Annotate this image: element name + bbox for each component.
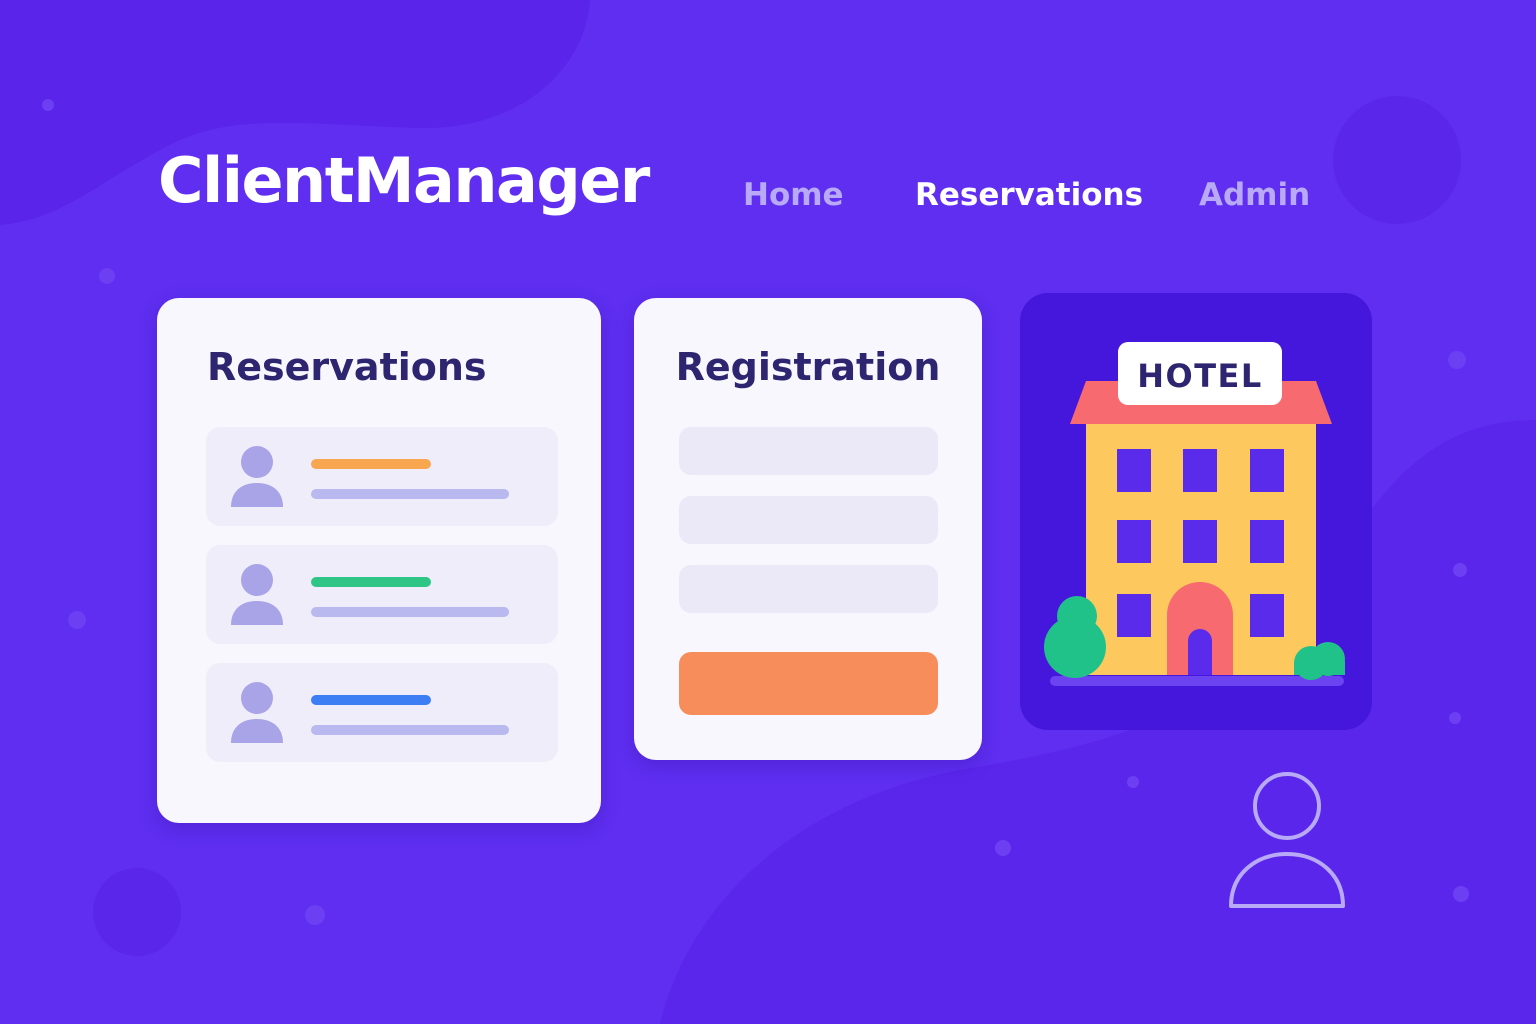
registration-field-3[interactable] bbox=[679, 565, 938, 613]
hotel-sign-text: HOTEL bbox=[1137, 357, 1263, 395]
registration-field-1[interactable] bbox=[679, 427, 938, 475]
reservation-status-bar bbox=[311, 577, 431, 587]
reservation-item[interactable] bbox=[206, 545, 558, 644]
user-avatar-icon bbox=[231, 446, 283, 507]
nav-admin[interactable]: Admin bbox=[1199, 180, 1310, 211]
reservation-item[interactable] bbox=[206, 663, 558, 762]
nav-reservations[interactable]: Reservations bbox=[915, 180, 1143, 211]
user-avatar-icon bbox=[231, 682, 283, 743]
user-avatar-icon bbox=[231, 564, 283, 625]
app-logo[interactable]: ClientManager bbox=[158, 150, 650, 212]
reservation-status-bar bbox=[311, 459, 431, 469]
hotel-illustration-tile: HOTEL bbox=[1020, 293, 1372, 730]
reservation-detail-bar bbox=[311, 489, 509, 499]
registration-card: Registration bbox=[634, 298, 982, 760]
registration-submit-button[interactable] bbox=[679, 652, 938, 715]
registration-title: Registration bbox=[675, 345, 941, 389]
nav-home[interactable]: Home bbox=[743, 180, 844, 211]
reservation-status-bar bbox=[311, 695, 431, 705]
hotel-building-icon: HOTEL bbox=[1044, 342, 1345, 686]
user-icon[interactable] bbox=[1226, 770, 1348, 912]
reservations-title: Reservations bbox=[207, 345, 487, 389]
reservations-card: Reservations bbox=[157, 298, 601, 823]
reservation-item[interactable] bbox=[206, 427, 558, 526]
reservation-detail-bar bbox=[311, 607, 509, 617]
registration-field-2[interactable] bbox=[679, 496, 938, 544]
reservation-detail-bar bbox=[311, 725, 509, 735]
